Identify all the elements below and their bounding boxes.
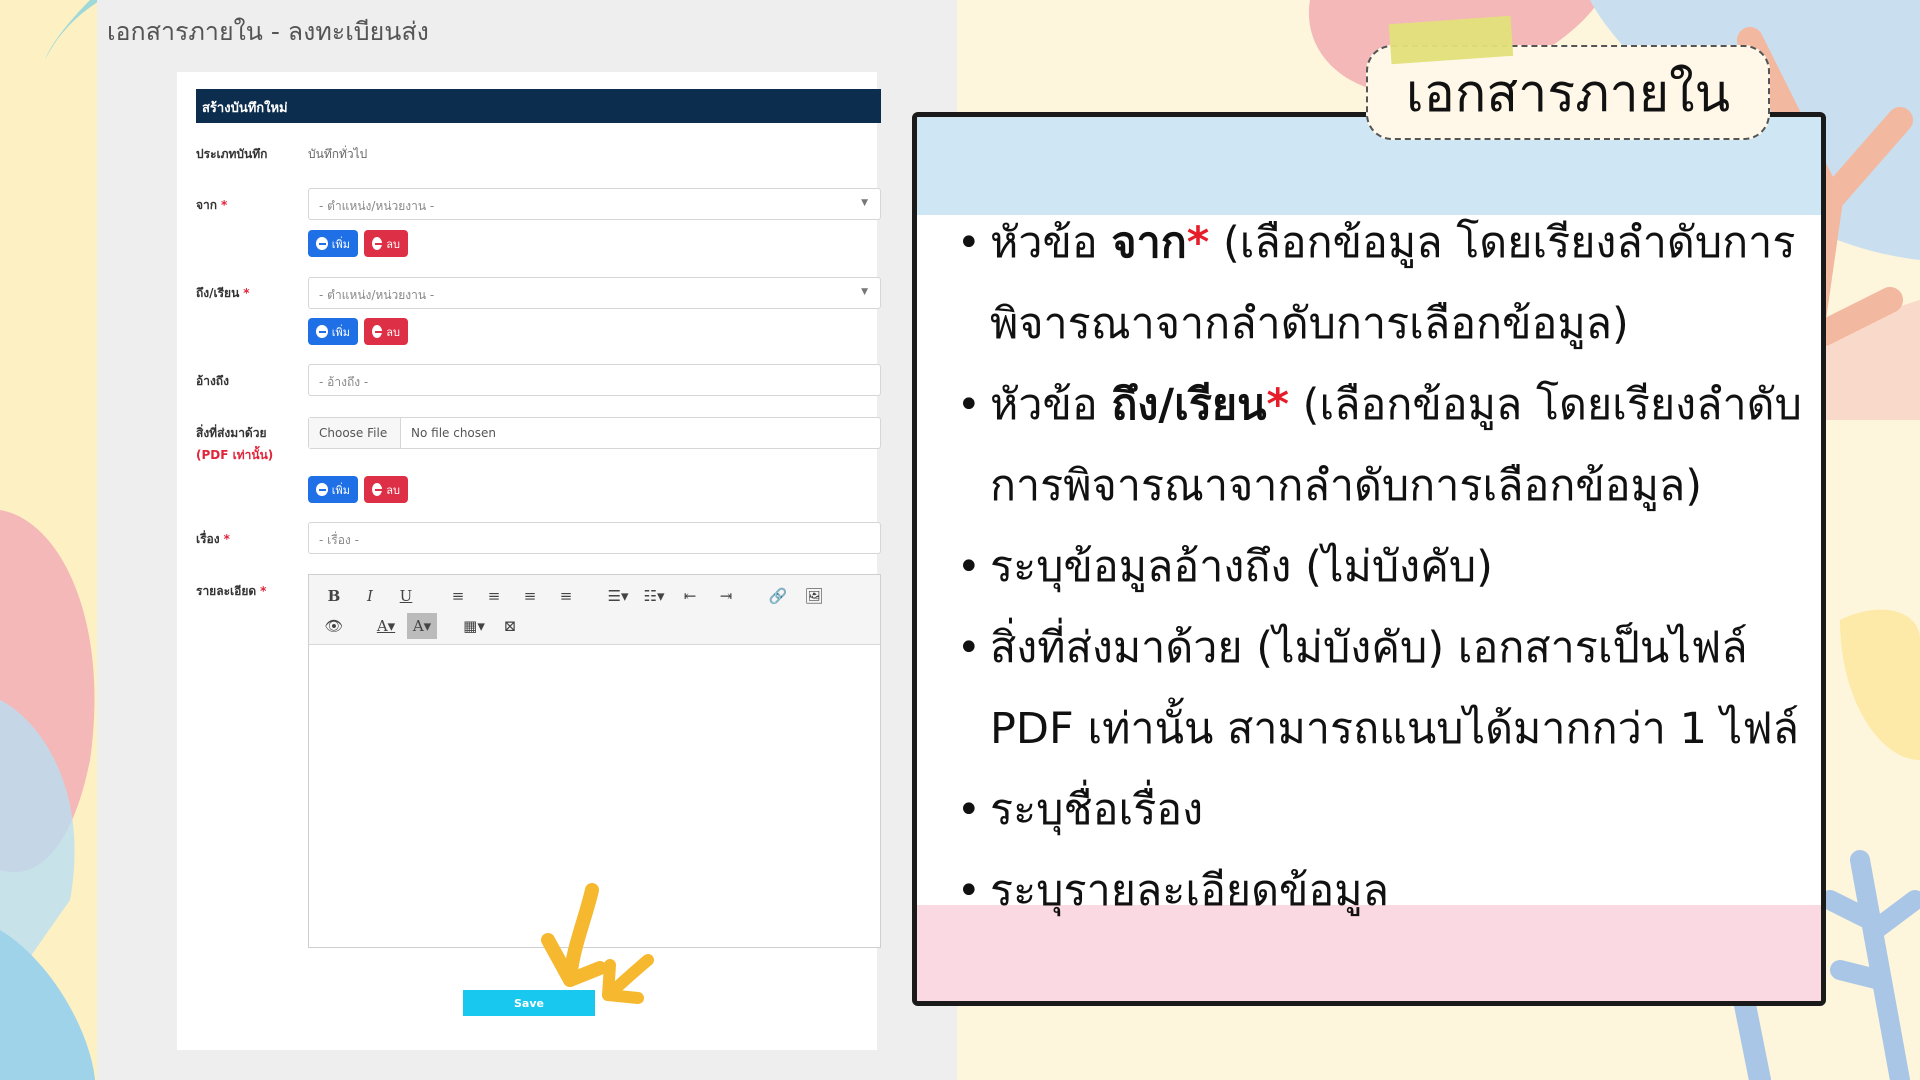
highlight-color-button[interactable]: A▾ — [407, 613, 437, 639]
subject-label: เรื่อง * — [196, 532, 230, 546]
rich-text-editor[interactable]: B I U ≡ ≡ ≡ ≡ ☰▾ ☷▾ ⇤ ⇥ 🔗 🖼 👁 A▾ A▾ ▦▾ ⊠ — [308, 574, 881, 948]
tape-decoration — [1388, 15, 1514, 65]
detail-label: รายละเอียด * — [196, 584, 267, 598]
minus-circle-icon — [372, 325, 383, 338]
outdent-button[interactable]: ⇤ — [675, 583, 705, 609]
bullet-list-button[interactable]: ☰▾ — [603, 583, 633, 609]
form-header: สร้างบันทึกใหม่ — [196, 89, 881, 123]
note-item-detail: ระบุรายละเอียดข้อมูล — [957, 851, 1817, 932]
link-icon[interactable]: 🔗 — [763, 583, 793, 609]
indent-button[interactable]: ⇥ — [711, 583, 741, 609]
align-center-button[interactable]: ≡ — [479, 583, 509, 609]
from-delete-button[interactable]: ลบ — [364, 230, 408, 257]
form-screenshot: เอกสารภายใน - ลงทะเบียนส่ง สร้างบันทึกให… — [97, 0, 957, 1080]
plus-circle-icon — [316, 483, 328, 496]
attach-add-button[interactable]: เพิ่ม — [308, 476, 358, 503]
editor-toolbar: B I U ≡ ≡ ≡ ≡ ☰▾ ☷▾ ⇤ ⇥ 🔗 🖼 👁 A▾ A▾ ▦▾ ⊠ — [309, 575, 880, 645]
align-right-button[interactable]: ≡ — [515, 583, 545, 609]
attach-note: (PDF เท่านั้น) — [196, 448, 274, 462]
note-card: หัวข้อ จาก* (เลือกข้อมูล โดยเรียงลำดับกา… — [912, 112, 1826, 1006]
minus-circle-icon — [372, 237, 383, 250]
note-item-attach: สิ่งที่ส่งมาด้วย (ไม่บังคับ) เอกสารเป็นไ… — [957, 608, 1817, 770]
chevron-down-icon: ▼ — [861, 287, 868, 297]
note-item-to: หัวข้อ ถึง/เรียน* (เลือกข้อมูล โดยเรียงล… — [957, 365, 1817, 527]
italic-button[interactable]: I — [355, 583, 385, 609]
ref-label: อ้างถึง — [196, 374, 229, 388]
clear-format-button[interactable]: ⊠ — [495, 613, 525, 639]
to-label: ถึง/เรียน * — [196, 286, 250, 300]
ref-input[interactable]: - อ้างถึง - — [308, 364, 881, 396]
plus-circle-icon — [316, 325, 328, 338]
from-select[interactable]: - ตำแหน่ง/หน่วยงาน - ▼ — [308, 188, 881, 220]
choose-file-button[interactable]: Choose File — [309, 418, 401, 448]
text-color-button[interactable]: A▾ — [371, 613, 401, 639]
note-item-ref: ระบุข้อมูลอ้างถึง (ไม่บังคับ) — [957, 527, 1817, 608]
numbered-list-button[interactable]: ☷▾ — [639, 583, 669, 609]
from-label: จาก * — [196, 198, 228, 212]
form-card: สร้างบันทึกใหม่ ประเภทบันทึก บันทึกทั่วไ… — [177, 72, 881, 1050]
bold-button[interactable]: B — [319, 583, 349, 609]
save-button[interactable]: Save — [463, 990, 595, 1016]
note-item-subject: ระบุชื่อเรื่อง — [957, 770, 1817, 851]
to-delete-button[interactable]: ลบ — [364, 318, 408, 345]
attach-label: สิ่งที่ส่งมาด้วย (PDF เท่านั้น) — [196, 424, 273, 465]
minus-circle-icon — [372, 483, 383, 496]
chevron-down-icon: ▼ — [861, 198, 868, 208]
to-add-button[interactable]: เพิ่ม — [308, 318, 358, 345]
attach-delete-button[interactable]: ลบ — [364, 476, 408, 503]
subject-input[interactable]: - เรื่อง - — [308, 522, 881, 554]
no-file-text: No file chosen — [411, 426, 497, 440]
record-type-value: บันทึกทั่วไป — [308, 147, 368, 161]
align-justify-button[interactable]: ≡ — [551, 583, 581, 609]
page-heading: เอกสารภายใน - ลงทะเบียนส่ง — [107, 17, 429, 46]
to-select[interactable]: - ตำแหน่ง/หน่วยงาน - ▼ — [308, 277, 881, 309]
note-list: หัวข้อ จาก* (เลือกข้อมูล โดยเรียงลำดับกา… — [957, 203, 1817, 932]
underline-button[interactable]: U — [391, 583, 421, 609]
align-left-button[interactable]: ≡ — [443, 583, 473, 609]
image-icon[interactable]: 🖼 — [799, 583, 829, 609]
record-type-label: ประเภทบันทึก — [196, 147, 268, 161]
table-button[interactable]: ▦▾ — [459, 613, 489, 639]
plus-circle-icon — [316, 237, 328, 250]
preview-eye-icon[interactable]: 👁 — [319, 613, 349, 639]
from-add-button[interactable]: เพิ่ม — [308, 230, 358, 257]
file-input[interactable]: Choose File No file chosen — [308, 417, 881, 449]
note-item-from: หัวข้อ จาก* (เลือกข้อมูล โดยเรียงลำดับกา… — [957, 203, 1817, 365]
